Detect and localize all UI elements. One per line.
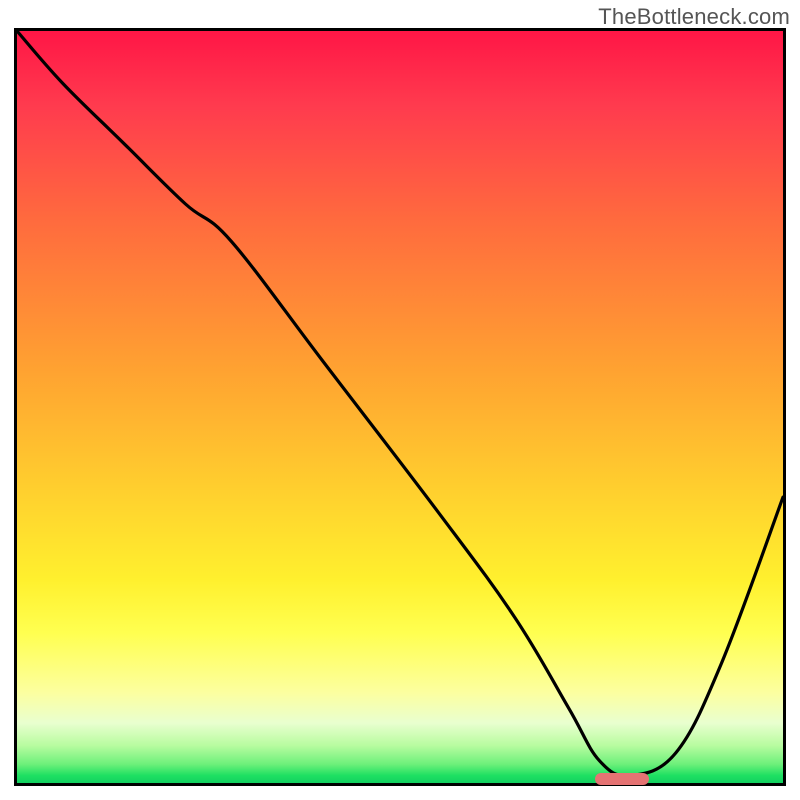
watermark-text: TheBottleneck.com xyxy=(598,4,790,30)
optimal-range-marker xyxy=(595,773,649,785)
bottleneck-curve xyxy=(17,31,783,783)
chart-plot-area xyxy=(14,28,786,786)
